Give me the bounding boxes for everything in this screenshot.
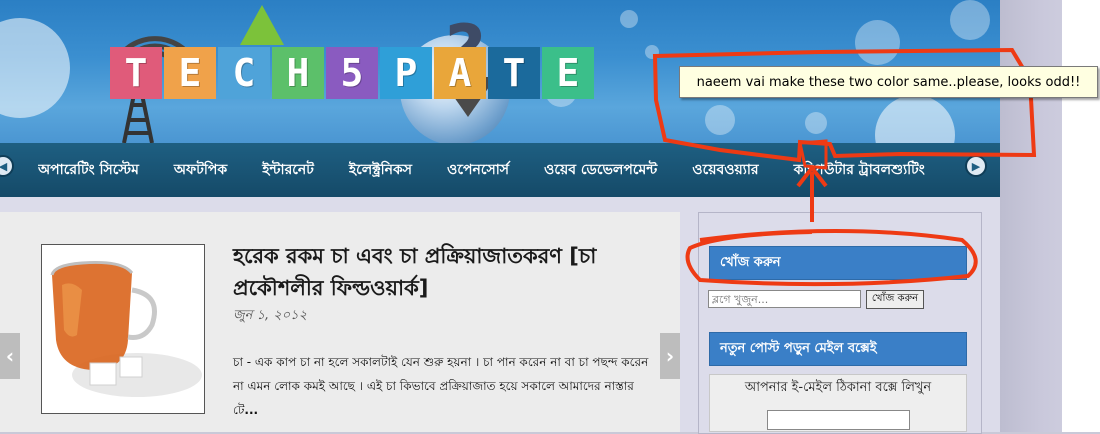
nav-item[interactable]: ওপেনসোর্স <box>447 158 509 182</box>
logo-letter: E <box>542 47 594 99</box>
logo-letter: E <box>164 47 216 99</box>
logo-letter: C <box>218 47 270 99</box>
search-input[interactable] <box>708 290 861 308</box>
search-widget-heading: খোঁজ করুন <box>709 246 967 280</box>
subscribe-widget-heading: নতুন পোস্ট পড়ুন মেইল বক্সেই <box>709 332 967 366</box>
nav-item[interactable]: অফটপিক <box>174 158 227 182</box>
bubble <box>645 45 659 59</box>
logo-letter: H <box>272 47 324 99</box>
window-gutter <box>1062 0 1100 432</box>
post-thumbnail[interactable] <box>41 244 205 414</box>
bubble <box>950 0 990 40</box>
slider-next-button[interactable]: › <box>660 333 680 379</box>
search-button[interactable]: খোঁজ করুন <box>866 290 924 309</box>
logo-letter: A <box>434 47 486 99</box>
nav-next-icon[interactable]: ▶ <box>965 155 987 177</box>
logo-letter: 5 <box>326 47 378 99</box>
tea-cup-image <box>42 245 204 413</box>
nav-item[interactable]: ওয়েবওয়্যার <box>692 158 758 182</box>
bubble <box>875 95 955 143</box>
slider-prev-button[interactable]: ‹ <box>0 333 20 379</box>
triangle-shape <box>240 5 284 45</box>
logo-letter: T <box>110 47 162 99</box>
bubble <box>705 105 735 135</box>
post-title[interactable]: হরেক রকম চা এবং চা প্রক্রিয়াজাতকরণ [চা … <box>233 240 623 304</box>
email-label: আপনার ই-মেইল ঠিকানা বক্সে লিখুন <box>744 380 932 395</box>
read-more-link[interactable]: ... <box>244 403 258 417</box>
nav-item[interactable]: ইলেক্ট্রনিকস <box>349 158 412 182</box>
bubble <box>855 20 900 65</box>
nav-item[interactable]: ইন্টারনেট <box>262 158 314 182</box>
post-date: জুন ১, ২০১২ <box>233 308 308 323</box>
annotation-note: naeem vai make these two color same..ple… <box>679 66 1098 98</box>
bubble <box>0 18 70 118</box>
nav-item[interactable]: ওয়েব ডেভেলপমেন্ট <box>544 158 657 182</box>
nav-items: অপারেটিং সিস্টেম অফটপিক ইন্টারনেট ইলেক্ট্রন… <box>38 143 960 197</box>
bubble <box>805 112 827 134</box>
nav-item[interactable]: কম্পিউটার ট্রাবলশ্যুটিং <box>794 158 925 182</box>
bubble <box>620 10 638 28</box>
site-logo[interactable]: ? TECH5PATE <box>100 5 594 143</box>
post-excerpt: চা - এক কাপ চা না হলে সকালটাই যেন শুরু হ… <box>233 350 653 422</box>
logo-letters: TECH5PATE <box>110 47 594 99</box>
email-input[interactable] <box>767 410 910 430</box>
nav-item[interactable]: অপারেটিং সিস্টেম <box>38 158 139 182</box>
post-excerpt-text: চা - এক কাপ চা না হলে সকালটাই যেন শুরু হ… <box>233 355 649 417</box>
logo-letter: P <box>380 47 432 99</box>
main-navigation: অপারেটিং সিস্টেম অফটপিক ইন্টারনেট ইলেক্ট্রন… <box>0 143 1000 197</box>
logo-letter: T <box>488 47 540 99</box>
